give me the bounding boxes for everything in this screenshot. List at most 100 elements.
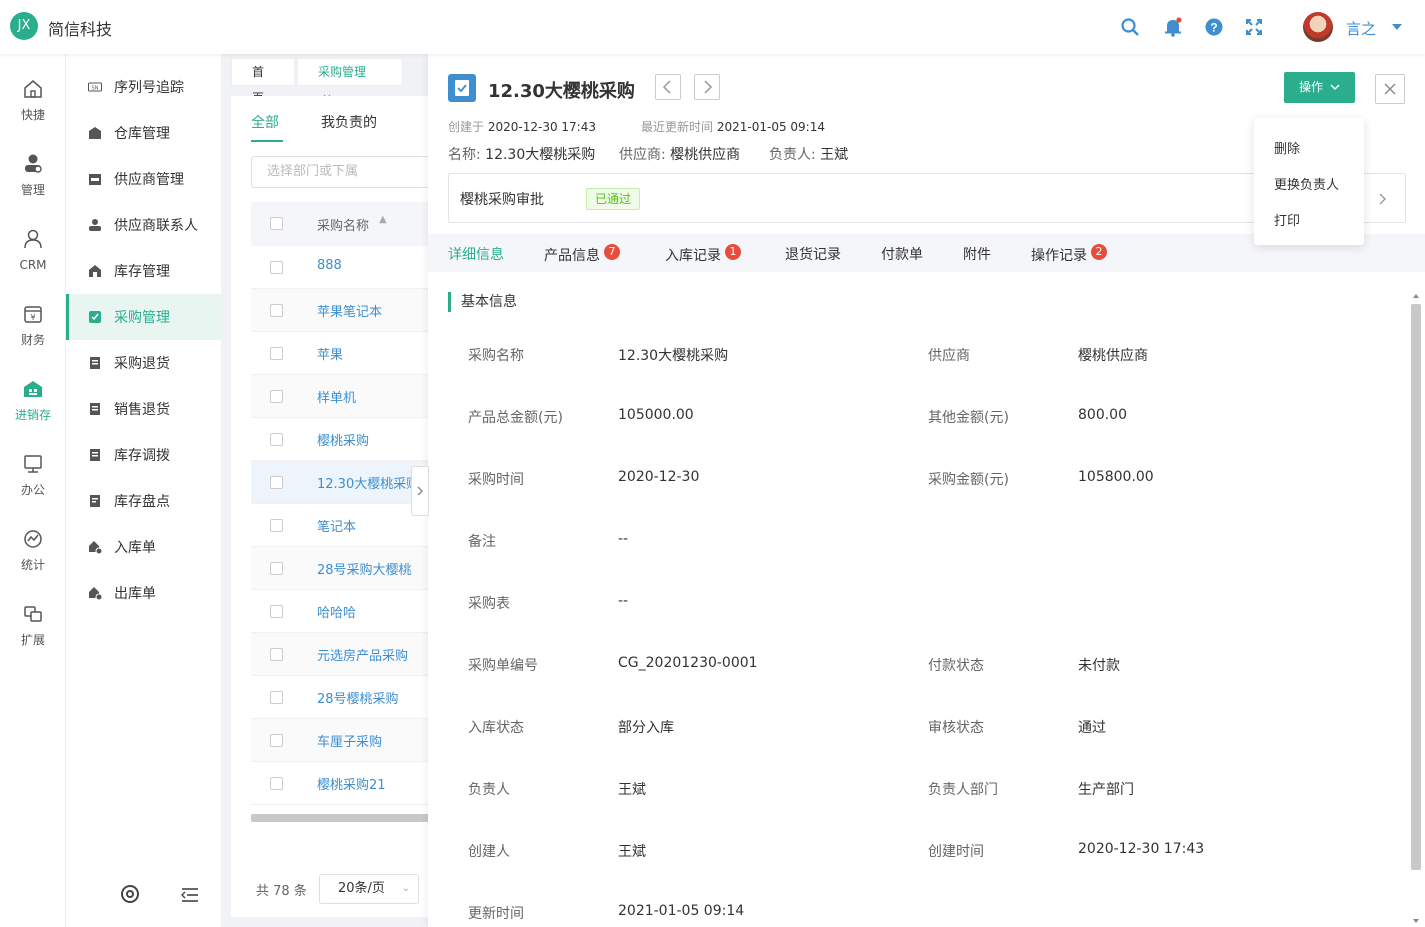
- table-row[interactable]: 樱桃采购21: [251, 762, 431, 805]
- table-row[interactable]: 苹果笔记本: [251, 289, 431, 332]
- tab-attachments[interactable]: 附件: [963, 244, 991, 264]
- subnav-item-transfer[interactable]: 库存调拨: [66, 432, 221, 478]
- row-link[interactable]: 28号采购大樱桃: [317, 559, 412, 578]
- collapse-panel-button[interactable]: [411, 466, 429, 516]
- horizontal-scrollbar[interactable]: [251, 814, 431, 822]
- row-link[interactable]: 元选房产品采购: [317, 645, 408, 664]
- table-row[interactable]: 苹果: [251, 332, 431, 375]
- row-link[interactable]: 樱桃采购21: [317, 774, 386, 793]
- caret-down-icon[interactable]: [1392, 24, 1402, 30]
- row-checkbox[interactable]: [270, 347, 283, 360]
- subnav-item-supplier[interactable]: 供应商管理: [66, 156, 221, 202]
- subnav-item-serial[interactable]: SN 序列号追踪: [66, 64, 221, 110]
- subnav-item-warehouse[interactable]: 仓库管理: [66, 110, 221, 156]
- row-checkbox[interactable]: [270, 433, 283, 446]
- search-icon[interactable]: [1120, 17, 1140, 37]
- row-link[interactable]: 苹果笔记本: [317, 301, 382, 320]
- row-checkbox[interactable]: [270, 390, 283, 403]
- tab-mine[interactable]: 我负责的: [321, 112, 377, 132]
- column-name-header[interactable]: 采购名称: [317, 215, 369, 234]
- field-label: 供应商: [928, 348, 970, 364]
- bell-icon[interactable]: [1163, 17, 1183, 37]
- scroll-up-icon[interactable]: [1412, 292, 1420, 300]
- fullscreen-icon[interactable]: [1244, 17, 1264, 37]
- select-all-checkbox[interactable]: [270, 217, 283, 230]
- tab-all[interactable]: 全部: [251, 112, 279, 132]
- row-link[interactable]: 888: [317, 258, 342, 273]
- rail-item-inventory[interactable]: 进销存: [0, 368, 66, 434]
- row-checkbox[interactable]: [270, 777, 283, 790]
- row-link[interactable]: 样单机: [317, 387, 356, 406]
- row-checkbox[interactable]: [270, 648, 283, 661]
- table-row[interactable]: 车厘子采购: [251, 719, 431, 762]
- subnav-item-purchase-return[interactable]: 采购退货: [66, 340, 221, 386]
- tab-home[interactable]: 首页: [231, 58, 295, 105]
- row-link[interactable]: 苹果: [317, 344, 343, 363]
- subnav-item-stock[interactable]: 库存管理: [66, 248, 221, 294]
- close-button[interactable]: [1375, 74, 1405, 104]
- rail-item-stats[interactable]: 统计: [0, 518, 66, 584]
- row-link[interactable]: 12.30大樱桃采购: [317, 473, 419, 492]
- table-row[interactable]: 哈哈哈: [251, 590, 431, 633]
- username[interactable]: 言之: [1346, 18, 1376, 39]
- menu-item-delete[interactable]: 删除: [1274, 138, 1300, 157]
- row-link[interactable]: 樱桃采购: [317, 430, 369, 449]
- table-row[interactable]: 樱桃采购: [251, 418, 431, 461]
- rail-item-office[interactable]: 办公: [0, 443, 66, 509]
- vertical-scrollbar[interactable]: [1409, 292, 1423, 927]
- row-checkbox[interactable]: [270, 304, 283, 317]
- row-checkbox[interactable]: [270, 261, 283, 274]
- avatar[interactable]: [1303, 12, 1333, 42]
- row-checkbox[interactable]: [270, 519, 283, 532]
- row-checkbox[interactable]: [270, 734, 283, 747]
- table-row[interactable]: 12.30大樱桃采购: [251, 461, 431, 504]
- table-row[interactable]: 样单机: [251, 375, 431, 418]
- menu-item-change-owner[interactable]: 更换负责人: [1274, 174, 1339, 193]
- previous-button[interactable]: [655, 74, 681, 100]
- settings-icon[interactable]: [120, 884, 140, 908]
- next-button[interactable]: [694, 74, 720, 100]
- row-link[interactable]: 28号樱桃采购: [317, 688, 399, 707]
- department-select[interactable]: 选择部门或下属: [251, 156, 431, 188]
- actions-button[interactable]: 操作: [1284, 72, 1355, 103]
- sort-icon[interactable]: ▲: [379, 214, 387, 225]
- tab-purchase[interactable]: 采购管理 ×: [297, 58, 403, 105]
- rail-item-crm[interactable]: CRM: [0, 218, 66, 284]
- row-checkbox[interactable]: [270, 562, 283, 575]
- brand-name: 简信科技: [48, 20, 113, 39]
- row-checkbox[interactable]: [270, 691, 283, 704]
- tab-payments[interactable]: 付款单: [881, 244, 923, 264]
- table-row[interactable]: 元选房产品采购: [251, 633, 431, 676]
- page-size-select[interactable]: 20条/页 ⌄: [319, 874, 419, 904]
- app-logo: JX: [10, 12, 38, 40]
- rail-item-extend[interactable]: 扩展: [0, 593, 66, 659]
- collapse-menu-icon[interactable]: [180, 886, 200, 908]
- row-link[interactable]: 哈哈哈: [317, 602, 356, 621]
- subnav-item-outbound[interactable]: 出库单: [66, 570, 221, 616]
- tab-product-info[interactable]: 产品信息 7: [544, 244, 620, 265]
- tab-inbound-records[interactable]: 入库记录 1: [665, 244, 741, 265]
- tab-detail-info[interactable]: 详细信息: [448, 244, 504, 264]
- scrollbar-thumb[interactable]: [1411, 304, 1421, 870]
- table-row[interactable]: 888: [251, 246, 431, 289]
- row-link[interactable]: 车厘子采购: [317, 731, 382, 750]
- help-icon[interactable]: ?: [1204, 17, 1224, 37]
- menu-item-print[interactable]: 打印: [1274, 210, 1300, 229]
- row-checkbox[interactable]: [270, 476, 283, 489]
- rail-item-manage[interactable]: 管理: [0, 143, 66, 209]
- tab-operation-log[interactable]: 操作记录 2: [1031, 244, 1107, 265]
- subnav-item-stocktake[interactable]: 库存盘点: [66, 478, 221, 524]
- subnav-item-inbound[interactable]: 入库单: [66, 524, 221, 570]
- row-link[interactable]: 笔记本: [317, 516, 356, 535]
- table-row[interactable]: 28号采购大樱桃: [251, 547, 431, 590]
- row-checkbox[interactable]: [270, 605, 283, 618]
- rail-item-finance[interactable]: ¥ 财务: [0, 293, 66, 359]
- rail-item-shortcut[interactable]: 快捷: [0, 68, 66, 134]
- subnav-item-supplier-contact[interactable]: 供应商联系人: [66, 202, 221, 248]
- table-row[interactable]: 笔记本: [251, 504, 431, 547]
- subnav-item-purchase[interactable]: 采购管理: [66, 294, 221, 340]
- scroll-down-icon[interactable]: [1412, 917, 1420, 925]
- tab-return-records[interactable]: 退货记录: [785, 244, 841, 264]
- table-row[interactable]: 28号樱桃采购: [251, 676, 431, 719]
- subnav-item-sales-return[interactable]: 销售退货: [66, 386, 221, 432]
